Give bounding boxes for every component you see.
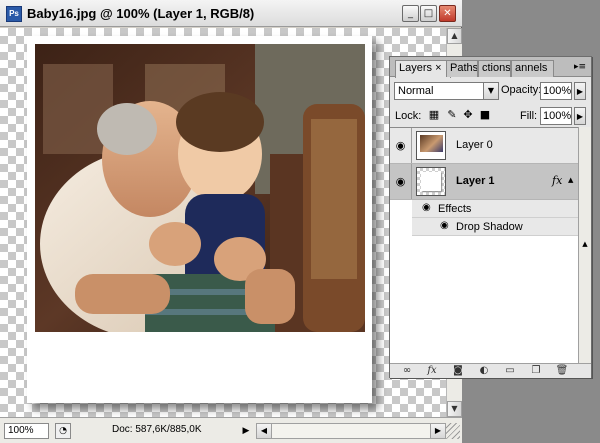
tab-channels[interactable]: annels bbox=[511, 60, 554, 77]
new-group-folder-icon[interactable]: ▭ bbox=[501, 364, 519, 378]
opacity-slider-arrow-icon[interactable]: ▶ bbox=[574, 82, 586, 100]
minimize-button[interactable]: _ bbox=[402, 5, 419, 22]
opacity-field[interactable]: 100% bbox=[540, 82, 572, 100]
layer-name: Layer 0 bbox=[456, 139, 493, 151]
layer-list: ◉ Layer 0 ◉ Layer 1 fx ▲ ◉ Effects ◉ Dro… bbox=[390, 127, 578, 363]
panel-menu-icon[interactable]: ▸≡ bbox=[573, 61, 587, 73]
fill-label: Fill: bbox=[520, 110, 538, 122]
visibility-eye-icon[interactable]: ◉ bbox=[422, 202, 431, 213]
resize-grip[interactable] bbox=[446, 423, 460, 439]
lock-transparency-icon[interactable]: ▦ bbox=[426, 107, 442, 123]
layer-thumbnail bbox=[416, 131, 446, 160]
horizontal-scrollbar[interactable]: ◀ ▶ bbox=[256, 423, 446, 439]
layer-list-scrollbar[interactable]: ▲ bbox=[578, 127, 591, 363]
document-size-info: Doc: 587,6K/885,0K bbox=[112, 424, 202, 435]
photo-frame-layer bbox=[27, 36, 372, 403]
tab-layers[interactable]: Layers × bbox=[395, 60, 451, 78]
scroll-left-icon[interactable]: ◀ bbox=[256, 423, 272, 439]
window-titlebar[interactable]: Ps Baby16.jpg @ 100% (Layer 1, RGB/8) _ … bbox=[0, 0, 462, 27]
status-info-icon[interactable]: ◔ bbox=[55, 423, 71, 439]
lock-label: Lock: bbox=[395, 110, 422, 122]
drop-shadow-label: Drop Shadow bbox=[456, 221, 523, 233]
panel-tab-bar: Layers × Paths ctions annels ▸≡ bbox=[390, 57, 591, 78]
scroll-up-icon[interactable]: ▲ bbox=[579, 237, 591, 251]
panel-footer: ∞ fx ◙ ◐ ▭ ❐ 🗑 bbox=[390, 363, 591, 378]
tab-paths[interactable]: Paths bbox=[446, 60, 478, 77]
link-layers-icon[interactable]: ∞ bbox=[398, 364, 416, 378]
fill-field[interactable]: 100% bbox=[540, 107, 572, 125]
document-canvas[interactable] bbox=[0, 28, 446, 417]
effects-label: Effects bbox=[438, 203, 472, 215]
window-title: Baby16.jpg @ 100% (Layer 1, RGB/8) bbox=[27, 6, 255, 21]
fill-slider-arrow-icon[interactable]: ▶ bbox=[574, 107, 586, 125]
photo-image bbox=[35, 44, 365, 332]
lock-image-brush-icon[interactable]: ✎ bbox=[444, 107, 460, 123]
scroll-up-icon[interactable]: ▲ bbox=[447, 28, 462, 44]
add-mask-icon[interactable]: ◙ bbox=[449, 364, 467, 378]
delete-layer-trash-icon[interactable]: 🗑 bbox=[553, 364, 571, 378]
layer-row-selected[interactable]: ◉ Layer 1 fx ▲ bbox=[390, 164, 578, 200]
visibility-eye-icon[interactable]: ◉ bbox=[390, 128, 412, 163]
scroll-right-icon[interactable]: ▶ bbox=[430, 423, 446, 439]
scroll-down-icon[interactable]: ▼ bbox=[447, 401, 462, 417]
status-menu-arrow-icon[interactable]: ▶ bbox=[238, 423, 254, 439]
zoom-level-field[interactable]: 100% bbox=[4, 423, 49, 439]
layer-effects-fx-icon[interactable]: fx bbox=[552, 174, 562, 187]
lock-all-padlock-icon[interactable]: ■ bbox=[477, 107, 493, 123]
layers-panel: Layers × Paths ctions annels ▸≡ Normal ▼… bbox=[389, 56, 592, 378]
maximize-button[interactable]: □ bbox=[420, 5, 437, 22]
layer-thumbnail bbox=[416, 167, 446, 196]
close-button[interactable]: ✕ bbox=[439, 5, 456, 22]
add-layer-style-fx-icon[interactable]: fx bbox=[423, 364, 441, 378]
status-bar: 100% ◔ Doc: 587,6K/885,0K ▶ ◀ ▶ bbox=[0, 417, 462, 443]
layer-row[interactable]: ◉ Layer 0 bbox=[390, 128, 578, 164]
drop-shadow-row[interactable]: ◉ Drop Shadow bbox=[412, 218, 578, 236]
lock-position-move-icon[interactable]: ✥ bbox=[460, 107, 476, 123]
effects-expand-arrow-icon[interactable]: ▲ bbox=[568, 176, 573, 184]
new-layer-icon[interactable]: ❐ bbox=[527, 364, 545, 378]
tab-actions[interactable]: ctions bbox=[478, 60, 511, 77]
visibility-eye-icon[interactable]: ◉ bbox=[390, 164, 412, 199]
blend-mode-value: Normal bbox=[398, 85, 434, 97]
layer-name: Layer 1 bbox=[456, 175, 495, 187]
opacity-label: Opacity: bbox=[501, 84, 542, 96]
photoshop-app-icon: Ps bbox=[6, 6, 22, 22]
blend-mode-select[interactable]: Normal ▼ bbox=[394, 82, 499, 100]
effects-row[interactable]: ◉ Effects bbox=[412, 200, 578, 218]
chevron-down-icon[interactable]: ▼ bbox=[483, 83, 498, 99]
visibility-eye-icon[interactable]: ◉ bbox=[440, 220, 449, 231]
adjustment-layer-icon[interactable]: ◐ bbox=[475, 364, 493, 378]
